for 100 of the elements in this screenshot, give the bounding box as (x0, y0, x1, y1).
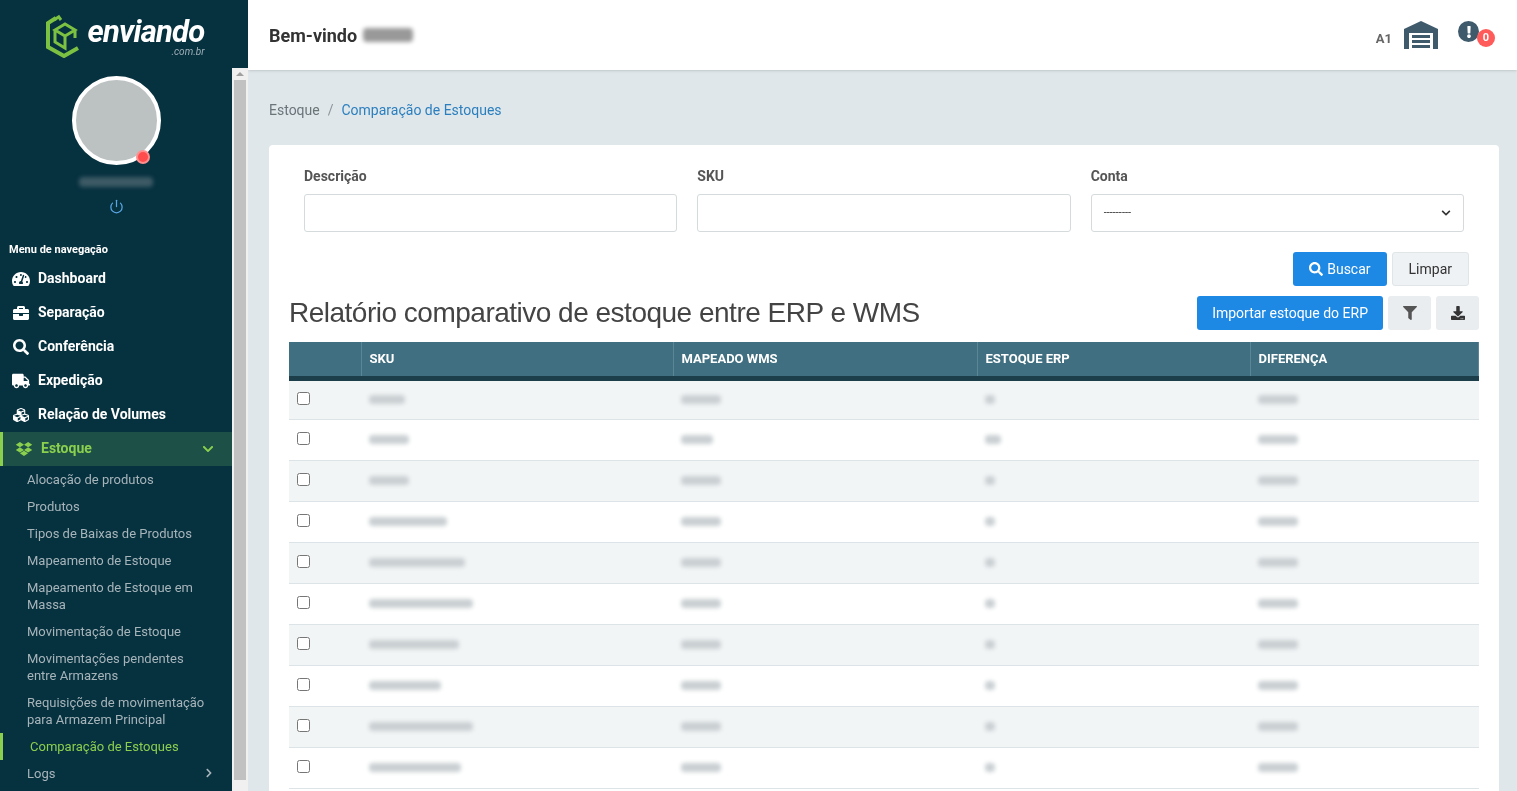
nav-item[interactable]: Estoque (0, 431, 232, 466)
redacted-cell-text (985, 599, 995, 608)
redacted-cell-text (681, 763, 721, 772)
download-button[interactable] (1436, 296, 1479, 330)
field-label: SKU (697, 167, 726, 186)
redacted-cell-text (1258, 476, 1298, 485)
column-header[interactable]: MAPEADO WMS (673, 342, 977, 378)
redacted-cell-text (1258, 599, 1298, 608)
redacted-cell-text (369, 395, 405, 404)
redacted-cell-text (369, 435, 409, 444)
nav-item[interactable]: Relação de Volumes (0, 397, 232, 432)
brand-name: enviando (87, 15, 205, 47)
menu-title: Menu de navegação (8, 242, 109, 258)
nav-subitem[interactable]: Movimentações pendentes entre Armazens (0, 644, 232, 689)
scrollbar[interactable] (232, 68, 248, 791)
scroll-up-icon[interactable] (236, 72, 244, 76)
redacted-cell-text (985, 435, 1001, 444)
text-field[interactable] (697, 194, 1071, 232)
nav-icon (12, 338, 30, 355)
account-select[interactable]: --------- (1090, 194, 1464, 232)
field-label: Conta (1090, 167, 1129, 186)
redacted-cell-text (1258, 558, 1298, 567)
redacted-cell-text (985, 722, 995, 731)
redacted-cell-text (985, 395, 995, 404)
redacted-cell-text (1258, 517, 1298, 526)
redacted-cell-text (681, 681, 721, 690)
search-button[interactable]: Buscar (1293, 252, 1387, 286)
redacted-cell-text (985, 517, 995, 526)
redacted-cell-text (1258, 395, 1298, 404)
redacted-username (363, 28, 414, 42)
field-label: Descrição (304, 167, 368, 186)
nav-subitem[interactable]: Logs (0, 759, 232, 787)
nav-subitem[interactable]: Requisições de movimentação para Armazem Principal (0, 688, 232, 733)
row-checkbox[interactable] (297, 431, 310, 445)
redacted-cell-text (985, 640, 995, 649)
redacted-cell-text (985, 763, 995, 772)
row-checkbox[interactable] (297, 472, 310, 486)
redacted-cell-text (681, 640, 721, 649)
nav-icon (12, 372, 30, 389)
column-header[interactable]: SKU (361, 342, 673, 378)
redacted-cell-text (369, 476, 409, 485)
breadcrumb-link[interactable]: Comparação de Estoques (341, 100, 502, 121)
alert-icon[interactable] (1458, 21, 1479, 42)
scrollbar-thumb[interactable] (234, 80, 246, 780)
redacted-cell-text (1258, 640, 1298, 649)
nav-subitem[interactable]: Produtos (0, 492, 232, 520)
column-header[interactable]: ESTOQUE ERP (977, 342, 1250, 378)
text-field[interactable] (304, 194, 678, 232)
welcome-text: Bem-vindo (269, 23, 358, 48)
filter-icon (1402, 306, 1417, 320)
download-icon (1450, 306, 1465, 320)
row-checkbox[interactable] (297, 759, 310, 773)
redacted-cell-text (681, 599, 721, 608)
import-button[interactable]: Importar estoque do ERP (1197, 296, 1383, 330)
redacted-cell-text (985, 558, 995, 567)
nav-subitem[interactable]: Alocação de produtos (0, 465, 232, 493)
redacted-cell-text (985, 476, 995, 485)
row-checkbox[interactable] (297, 595, 310, 609)
row-checkbox[interactable] (297, 718, 310, 732)
redacted-cell-text (681, 558, 721, 567)
breadcrumb-link[interactable]: Estoque (269, 100, 320, 121)
redacted-cell-text (681, 476, 721, 485)
warehouse-code: A1 (1375, 30, 1392, 49)
redacted-cell-text (369, 681, 441, 690)
nav-item[interactable]: Separação (0, 295, 232, 330)
nav-item[interactable]: Dashboard (0, 261, 232, 296)
nav-item[interactable]: Conferência (0, 329, 232, 364)
nav-icon (12, 304, 30, 321)
redacted-cell-text (1258, 435, 1298, 444)
nav-subitem[interactable]: Movimentação de Estoque (0, 617, 232, 645)
clear-button[interactable]: Limpar (1391, 252, 1469, 286)
redacted-cell-text (1258, 763, 1298, 772)
redacted-cell-text (681, 395, 721, 404)
redacted-cell-text (681, 722, 721, 731)
redacted-cell-text (1258, 722, 1298, 731)
redacted-cell-text (681, 517, 721, 526)
warehouse-icon[interactable] (1404, 21, 1438, 49)
nav-subitem[interactable]: Mapeamento de Estoque em Massa (0, 573, 232, 618)
redacted-cell-text (1258, 681, 1298, 690)
filter-button[interactable] (1388, 296, 1431, 330)
nav-item[interactable]: Expedição (0, 363, 232, 398)
redacted-cell-text (985, 681, 995, 690)
nav-icon (15, 440, 33, 457)
power-icon[interactable] (108, 199, 124, 214)
column-header[interactable]: DIFERENÇA (1250, 342, 1479, 378)
dropdown-caret-icon (1441, 208, 1451, 218)
row-checkbox[interactable] (297, 554, 310, 568)
nav-subitem[interactable]: Tipos de Baixas de Produtos (0, 519, 232, 547)
row-checkbox[interactable] (297, 677, 310, 691)
search-icon (1309, 262, 1324, 276)
row-checkbox[interactable] (297, 636, 310, 650)
nav-subitem[interactable]: Mapeamento de Estoque (0, 546, 232, 574)
breadcrumb-separator: / (327, 101, 334, 120)
report-title: Relatório comparativo de estoque entre ERP e WMS (289, 296, 920, 330)
nav-icon (12, 406, 30, 423)
row-checkbox[interactable] (297, 513, 310, 527)
row-checkbox[interactable] (297, 391, 310, 405)
nav-icon (12, 270, 30, 287)
redacted-cell-text (681, 435, 713, 444)
notification-count: 0 (1477, 29, 1495, 47)
